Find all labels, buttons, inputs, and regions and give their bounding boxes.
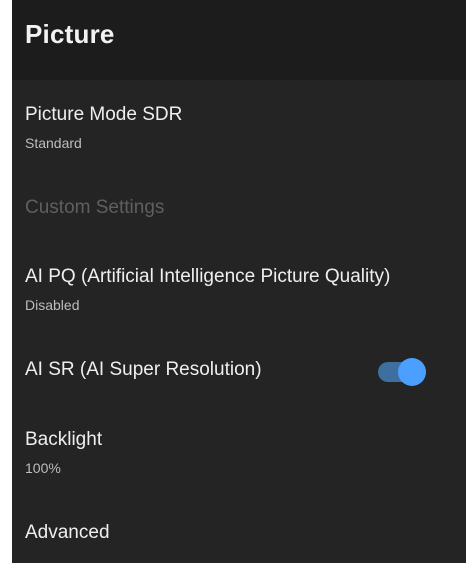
picture-mode-value: Standard (25, 135, 82, 151)
backlight-item[interactable]: Backlight 100% (12, 418, 466, 488)
picture-mode-label: Picture Mode SDR (25, 104, 183, 125)
advanced-item[interactable]: Advanced (12, 510, 466, 556)
ai-sr-toggle[interactable] (378, 358, 426, 386)
ai-sr-item[interactable]: AI SR (AI Super Resolution) (12, 348, 466, 396)
picture-settings-panel: Picture Picture Mode SDR Standard Custom… (12, 0, 466, 563)
picture-mode-item[interactable]: Picture Mode SDR Standard (12, 92, 466, 162)
custom-settings-section: Custom Settings (12, 186, 466, 230)
ai-pq-label: AI PQ (Artificial Intelligence Picture Q… (25, 266, 391, 287)
ai-pq-item[interactable]: AI PQ (Artificial Intelligence Picture Q… (12, 254, 466, 326)
settings-header: Picture (12, 0, 466, 80)
toggle-thumb (398, 358, 426, 386)
backlight-value: 100% (25, 460, 61, 476)
ai-sr-label: AI SR (AI Super Resolution) (25, 359, 262, 380)
advanced-label: Advanced (25, 522, 110, 543)
backlight-label: Backlight (25, 429, 103, 450)
page-title: Picture (25, 19, 115, 49)
ai-pq-value: Disabled (25, 297, 80, 313)
custom-settings-label: Custom Settings (25, 197, 165, 218)
